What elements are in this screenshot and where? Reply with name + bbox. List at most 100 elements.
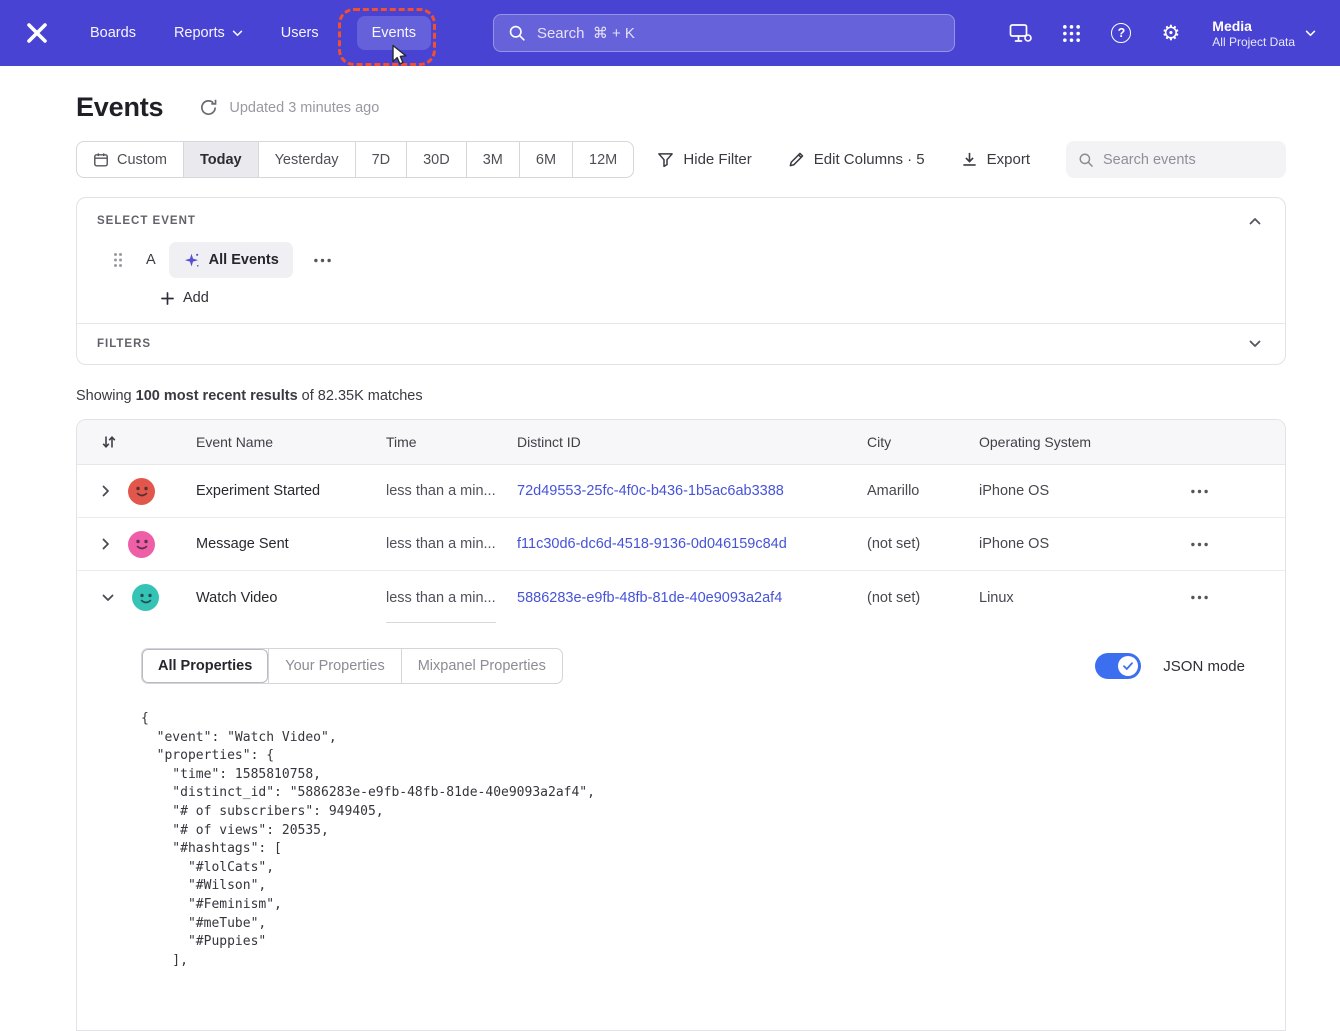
date-segment-30d[interactable]: 30D: [406, 142, 466, 177]
date-segment-today-label: Today: [200, 152, 242, 168]
expand-row-chevron-right-icon[interactable]: [99, 535, 113, 553]
events-search[interactable]: [1066, 141, 1286, 178]
date-segment-12m[interactable]: 12M: [572, 142, 633, 177]
date-segment-today[interactable]: Today: [183, 142, 258, 177]
drag-handle-icon[interactable]: [113, 252, 123, 268]
toggle-knob: [1118, 656, 1138, 676]
sparkle-icon: [183, 252, 200, 269]
column-header-city[interactable]: City: [867, 434, 979, 450]
time-cell: less than a min...: [386, 483, 517, 499]
controls-row: Custom Today Yesterday 7D 30D 3M 6M 12M …: [76, 141, 1286, 178]
nav-item-reports-label: Reports: [174, 25, 225, 41]
help-icon[interactable]: ?: [1111, 23, 1131, 43]
nav-item-users-label: Users: [281, 25, 319, 41]
nav-item-events[interactable]: Events: [357, 16, 431, 50]
column-header-event-name[interactable]: Event Name: [196, 434, 386, 450]
chevron-down-icon: [232, 30, 243, 37]
plus-icon: [161, 292, 174, 305]
project-switcher[interactable]: Media All Project Data: [1212, 17, 1316, 50]
date-segment-3m-label: 3M: [483, 152, 503, 168]
row-more-icon[interactable]: [1187, 591, 1212, 604]
page-header: Events Updated 3 minutes ago: [76, 92, 1286, 123]
sort-rows-icon[interactable]: [101, 434, 117, 450]
project-scope: All Project Data: [1212, 35, 1295, 50]
search-icon: [508, 24, 526, 42]
row-more-icon[interactable]: [1187, 538, 1212, 551]
summary-prefix: Showing: [76, 388, 136, 404]
date-segment-3m[interactable]: 3M: [466, 142, 519, 177]
city-cell: Amarillo: [867, 483, 979, 499]
expand-filters-chevron-down-icon[interactable]: [1245, 338, 1265, 350]
add-event-label: Add: [183, 290, 209, 306]
event-query-row: A All Events: [97, 242, 1265, 278]
results-summary: Showing 100 most recent results of 82.35…: [76, 388, 1286, 404]
tab-your-properties[interactable]: Your Properties: [268, 649, 400, 683]
expand-row-chevron-right-icon[interactable]: [99, 482, 113, 500]
event-selector-pill[interactable]: All Events: [169, 242, 293, 278]
select-event-header: SELECT EVENT: [97, 215, 196, 227]
table-row[interactable]: Message Sent less than a min... f11c30d6…: [77, 518, 1285, 571]
tab-all-properties[interactable]: All Properties: [142, 649, 268, 683]
global-search[interactable]: [493, 14, 955, 52]
chevron-down-icon: [1305, 30, 1316, 37]
page-title: Events: [76, 92, 163, 123]
navbar-right-cluster: ? ⚙ Media All Project Data: [1009, 17, 1316, 50]
data-management-icon[interactable]: [1009, 23, 1032, 44]
column-header-distinct-id[interactable]: Distinct ID: [517, 434, 867, 450]
apps-grid-icon[interactable]: [1062, 24, 1081, 43]
row-detail-panel: All Properties Your Properties Mixpanel …: [77, 624, 1285, 1030]
hide-filter-button[interactable]: Hide Filter: [657, 151, 751, 168]
date-segment-30d-label: 30D: [423, 152, 450, 168]
event-avatar: [128, 478, 155, 505]
collapse-row-chevron-down-icon[interactable]: [99, 591, 117, 605]
settings-icon[interactable]: ⚙: [1161, 23, 1180, 44]
column-header-os[interactable]: Operating System: [979, 434, 1187, 450]
date-segment-7d[interactable]: 7D: [355, 142, 407, 177]
mixpanel-logo-icon[interactable]: [24, 20, 50, 46]
json-mode-toggle[interactable]: [1095, 653, 1141, 679]
funnel-icon: [657, 151, 674, 168]
table-row[interactable]: Experiment Started less than a min... 72…: [77, 465, 1285, 518]
add-event-button[interactable]: Add: [161, 290, 1265, 306]
tab-mixpanel-properties[interactable]: Mixpanel Properties: [401, 649, 562, 683]
event-row-more-icon[interactable]: [310, 254, 335, 267]
table-row-expanded[interactable]: Watch Video less than a min... 5886283e-…: [77, 571, 1285, 624]
hide-filter-label: Hide Filter: [683, 151, 751, 168]
select-event-section: SELECT EVENT A All Events Add: [77, 198, 1285, 323]
date-segment-6m[interactable]: 6M: [519, 142, 572, 177]
updated-timestamp: Updated 3 minutes ago: [229, 100, 379, 116]
export-button[interactable]: Export: [961, 151, 1030, 168]
row-more-icon[interactable]: [1187, 485, 1212, 498]
collapse-section-chevron-up-icon[interactable]: [1245, 215, 1265, 227]
column-header-time[interactable]: Time: [386, 434, 517, 450]
query-builder-card: SELECT EVENT A All Events Add FILTERS: [76, 197, 1286, 365]
project-text: Media All Project Data: [1212, 17, 1295, 50]
event-avatar: [132, 584, 159, 611]
nav-item-events-label: Events: [372, 25, 416, 41]
export-label: Export: [987, 151, 1030, 168]
date-segment-yesterday[interactable]: Yesterday: [258, 142, 355, 177]
events-search-input[interactable]: [1103, 152, 1274, 168]
os-cell: Linux: [979, 590, 1187, 606]
distinct-id-link[interactable]: f11c30d6-dc6d-4518-9136-0d046159c84d: [517, 536, 867, 552]
calendar-icon: [93, 152, 109, 168]
event-name-cell: Watch Video: [196, 590, 386, 606]
selected-event-name: All Events: [209, 252, 279, 268]
nav-item-users[interactable]: Users: [281, 25, 319, 41]
date-segment-7d-label: 7D: [372, 152, 391, 168]
summary-suffix: of 82.35K matches: [298, 388, 423, 404]
date-segment-yesterday-label: Yesterday: [275, 152, 339, 168]
distinct-id-link[interactable]: 72d49553-25fc-4f0c-b436-1b5ac6ab3388: [517, 483, 867, 499]
primary-nav: Boards Reports Users Events: [90, 16, 431, 50]
nav-item-boards[interactable]: Boards: [90, 25, 136, 41]
edit-columns-button[interactable]: Edit Columns · 5: [788, 151, 925, 168]
time-cell: less than a min...: [386, 590, 517, 606]
nav-item-reports[interactable]: Reports: [174, 25, 243, 41]
global-search-input[interactable]: [537, 25, 940, 42]
distinct-id-link[interactable]: 5886283e-e9fb-48fb-81de-40e9093a2af4: [517, 590, 867, 606]
events-table: Event Name Time Distinct ID City Operati…: [76, 419, 1286, 1031]
refresh-icon[interactable]: [199, 98, 218, 117]
date-segment-custom[interactable]: Custom: [77, 142, 183, 177]
search-icon: [1078, 152, 1094, 168]
os-cell: iPhone OS: [979, 536, 1187, 552]
